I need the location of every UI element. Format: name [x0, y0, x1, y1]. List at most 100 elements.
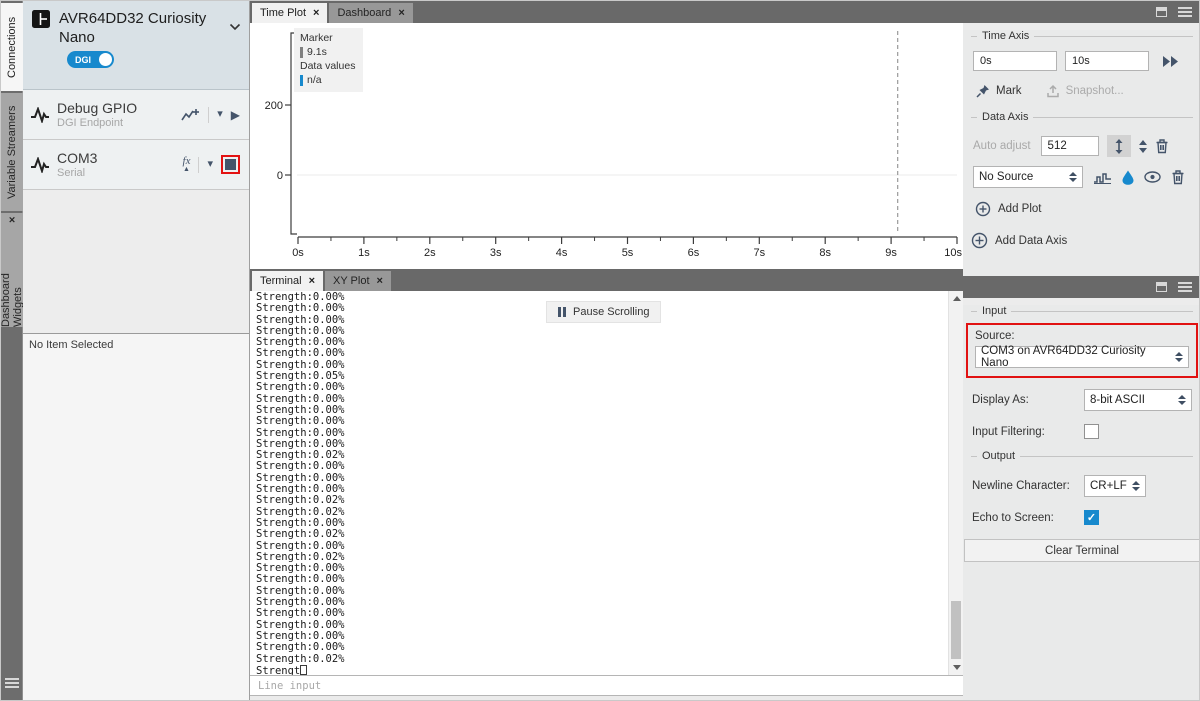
pause-scrolling-label: Pause Scrolling: [573, 306, 649, 318]
close-icon[interactable]: ×: [309, 275, 315, 287]
fx-expression-icon[interactable]: fx▲: [183, 156, 191, 173]
terminal-source-value: COM3 on AVR64DD32 Curiosity Nano: [981, 345, 1171, 369]
sidetab-variable-streamers[interactable]: Variable Streamers: [1, 93, 23, 211]
close-icon[interactable]: ×: [6, 213, 18, 225]
newline-select[interactable]: CR+LF: [1084, 475, 1146, 497]
time-from-input[interactable]: [973, 51, 1057, 71]
center-column: Time Plot × Dashboard × Marker 9.1s Data…: [250, 1, 963, 700]
terminal-source-select[interactable]: COM3 on AVR64DD32 Curiosity Nano: [975, 346, 1189, 368]
scroll-up-icon[interactable]: [953, 296, 961, 301]
time-axis-section-title: Time Axis: [971, 30, 1193, 42]
tab-label: XY Plot: [333, 275, 370, 287]
visibility-eye-icon[interactable]: [1144, 171, 1161, 183]
input-filtering-checkbox[interactable]: [1084, 424, 1099, 439]
select-arrows-icon: [1132, 481, 1140, 491]
stop-icon: [225, 159, 236, 170]
endpoint-com3[interactable]: COM3 Serial fx▲ ▾: [23, 140, 249, 190]
source-highlight-box: Source: COM3 on AVR64DD32 Curiosity Nano: [966, 323, 1198, 378]
echo-checkbox[interactable]: ✓: [1084, 510, 1099, 525]
tab-label: Time Plot: [260, 7, 306, 19]
stop-button-highlighted[interactable]: [221, 155, 240, 174]
svg-text:10s: 10s: [944, 247, 962, 259]
chevron-down-icon[interactable]: ▾: [207, 159, 213, 170]
tab-label: Terminal: [260, 275, 302, 287]
terminal-settings: Input Source: COM3 on AVR64DD32 Curiosit…: [963, 276, 1200, 701]
svg-text:8s: 8s: [819, 247, 831, 259]
time-to-input[interactable]: [1065, 51, 1149, 71]
svg-text:7s: 7s: [753, 247, 765, 259]
line-input-field[interactable]: [250, 675, 963, 696]
legend-data-label: Data values: [300, 59, 355, 73]
time-plot-canvas[interactable]: Marker 9.1s Data values n/a 200 0 0s1s2s…: [250, 23, 963, 269]
plot-source-select[interactable]: No Source: [973, 166, 1083, 188]
plot-tabbar: Time Plot × Dashboard ×: [250, 1, 963, 23]
select-arrows-icon: [1069, 172, 1077, 182]
terminal-output[interactable]: Strength:0.00% Strength:0.00% Strength:0.0…: [250, 291, 963, 675]
pin-icon: [976, 84, 990, 98]
chevron-down-icon[interactable]: ▾: [217, 109, 223, 120]
y-tick-200: 200: [265, 100, 283, 112]
tab-xy-plot[interactable]: XY Plot ×: [325, 271, 391, 291]
legend-data-value: n/a: [307, 73, 322, 87]
tab-time-plot[interactable]: Time Plot ×: [252, 3, 327, 23]
clear-terminal-button[interactable]: Clear Terminal: [964, 539, 1200, 562]
terminal-line: Strength:0.00%: [256, 608, 345, 619]
display-as-value: 8-bit ASCII: [1090, 394, 1145, 406]
snapshot-upload-icon: [1046, 84, 1060, 98]
output-section-title: Output: [971, 450, 1193, 462]
mark-button[interactable]: Mark: [976, 84, 1022, 98]
pause-scrolling-button[interactable]: Pause Scrolling: [546, 301, 661, 323]
axis-max-input[interactable]: [1041, 136, 1099, 156]
plot-legend: Marker 9.1s Data values n/a: [294, 28, 363, 92]
board-icon: [31, 9, 51, 29]
tab-terminal[interactable]: Terminal ×: [252, 271, 323, 291]
add-data-axis-button[interactable]: Add Data Axis: [971, 232, 1200, 249]
dock-panel-icon[interactable]: [1156, 282, 1167, 292]
delete-plot-icon[interactable]: [1171, 169, 1185, 185]
svg-text:3s: 3s: [490, 247, 502, 259]
terminal-line: Strength:0.00%: [256, 382, 345, 393]
close-icon[interactable]: ×: [313, 7, 319, 19]
terminal-scrollbar[interactable]: [948, 291, 963, 675]
terminal-line: Strength:0.02%: [256, 654, 345, 665]
color-droplet-icon[interactable]: [1122, 170, 1134, 185]
terminal-line: Strength:0.00%: [256, 416, 345, 427]
endpoint-debug-gpio[interactable]: Debug GPIO DGI Endpoint ▾ ▶: [23, 90, 249, 140]
settings-column: Time Axis Mark: [963, 1, 1200, 700]
dock-panel-icon[interactable]: [1156, 7, 1167, 17]
menu-icon[interactable]: [5, 676, 19, 690]
add-to-plot-icon[interactable]: [181, 107, 200, 122]
fit-axis-button[interactable]: [1107, 135, 1131, 157]
display-as-select[interactable]: 8-bit ASCII: [1084, 389, 1192, 411]
axis-spinner[interactable]: [1139, 140, 1147, 153]
terminal-lines: Strength:0.00% Strength:0.00% Strength:0.0…: [256, 292, 345, 675]
step-plot-icon[interactable]: [1093, 171, 1112, 184]
delete-axis-icon[interactable]: [1155, 138, 1169, 154]
input-section-title: Input: [971, 305, 1193, 317]
add-plot-button[interactable]: Add Plot: [975, 201, 1200, 217]
play-icon[interactable]: ▶: [231, 109, 240, 121]
dgi-toggle[interactable]: DGI: [67, 51, 114, 68]
device-card[interactable]: AVR64DD32 Curiosity Nano DGI: [23, 1, 249, 90]
circle-plus-icon: [975, 201, 991, 217]
close-icon[interactable]: ×: [398, 7, 404, 19]
scroll-down-icon[interactable]: [953, 665, 961, 670]
tab-dashboard[interactable]: Dashboard ×: [329, 3, 412, 23]
endpoint-subtitle: Serial: [57, 167, 183, 180]
panel-menu-icon[interactable]: [1178, 280, 1192, 294]
chevron-down-icon[interactable]: [229, 23, 241, 31]
fast-forward-icon[interactable]: [1162, 56, 1179, 67]
snapshot-button[interactable]: Snapshot...: [1046, 84, 1124, 98]
sidetab-dashboard-widgets[interactable]: Dashboard Widgets ×: [1, 213, 23, 327]
plot-source-value: No Source: [979, 171, 1033, 183]
close-icon[interactable]: ×: [377, 275, 383, 287]
scrollbar-thumb[interactable]: [951, 601, 961, 659]
sidetab-connections-label: Connections: [6, 16, 18, 77]
vertical-resize-icon: [1114, 139, 1124, 154]
panel-menu-icon[interactable]: [1178, 5, 1192, 19]
terminal-pane: Terminal × XY Plot × Strength:0.00%Stren…: [250, 269, 963, 701]
time-plot-pane: Time Plot × Dashboard × Marker 9.1s Data…: [250, 1, 963, 269]
sidetab-variable-streamers-label: Variable Streamers: [6, 105, 18, 198]
sidetab-connections[interactable]: Connections: [1, 3, 23, 91]
add-data-axis-label: Add Data Axis: [995, 235, 1067, 247]
